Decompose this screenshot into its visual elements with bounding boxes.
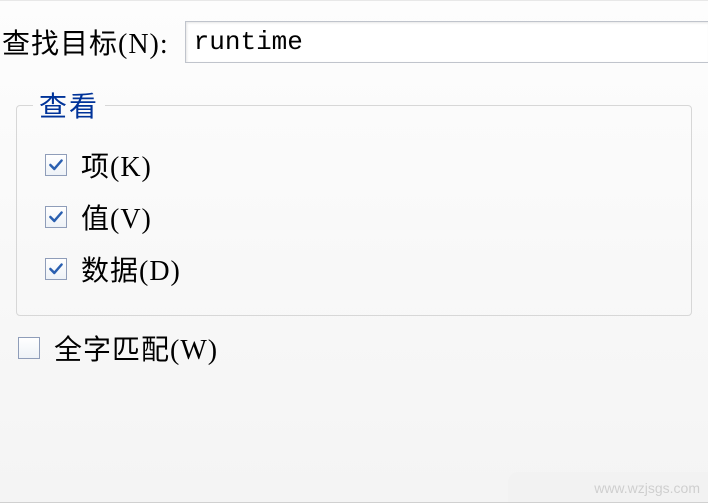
find-dialog: 查找目标(N): 查看 项(K) 值(V) xyxy=(0,0,708,503)
view-group-legend: 查看 xyxy=(33,85,105,125)
search-input[interactable] xyxy=(185,21,708,63)
check-icon xyxy=(47,260,65,278)
checkbox-values[interactable] xyxy=(45,206,67,228)
search-label: 查找目标(N): xyxy=(0,22,169,62)
checkbox-row-values: 值(V) xyxy=(45,197,675,237)
search-row: 查找目标(N): xyxy=(0,1,708,77)
checkbox-data[interactable] xyxy=(45,258,67,280)
checkbox-keys[interactable] xyxy=(45,154,67,176)
checkbox-keys-label: 项(K) xyxy=(81,145,152,185)
whole-word-row: 全字匹配(W) xyxy=(18,328,708,368)
checkbox-row-data: 数据(D) xyxy=(45,249,675,289)
checkbox-whole-word-label: 全字匹配(W) xyxy=(54,328,218,368)
checkbox-values-label: 值(V) xyxy=(81,197,152,237)
view-group: 查看 项(K) 值(V) 数据(D) xyxy=(16,85,692,316)
checkbox-row-keys: 项(K) xyxy=(45,145,675,185)
checkbox-data-label: 数据(D) xyxy=(81,249,181,289)
check-icon xyxy=(47,156,65,174)
check-icon xyxy=(47,208,65,226)
checkbox-whole-word[interactable] xyxy=(18,337,40,359)
watermark: www.wzjsgs.com xyxy=(594,480,700,496)
